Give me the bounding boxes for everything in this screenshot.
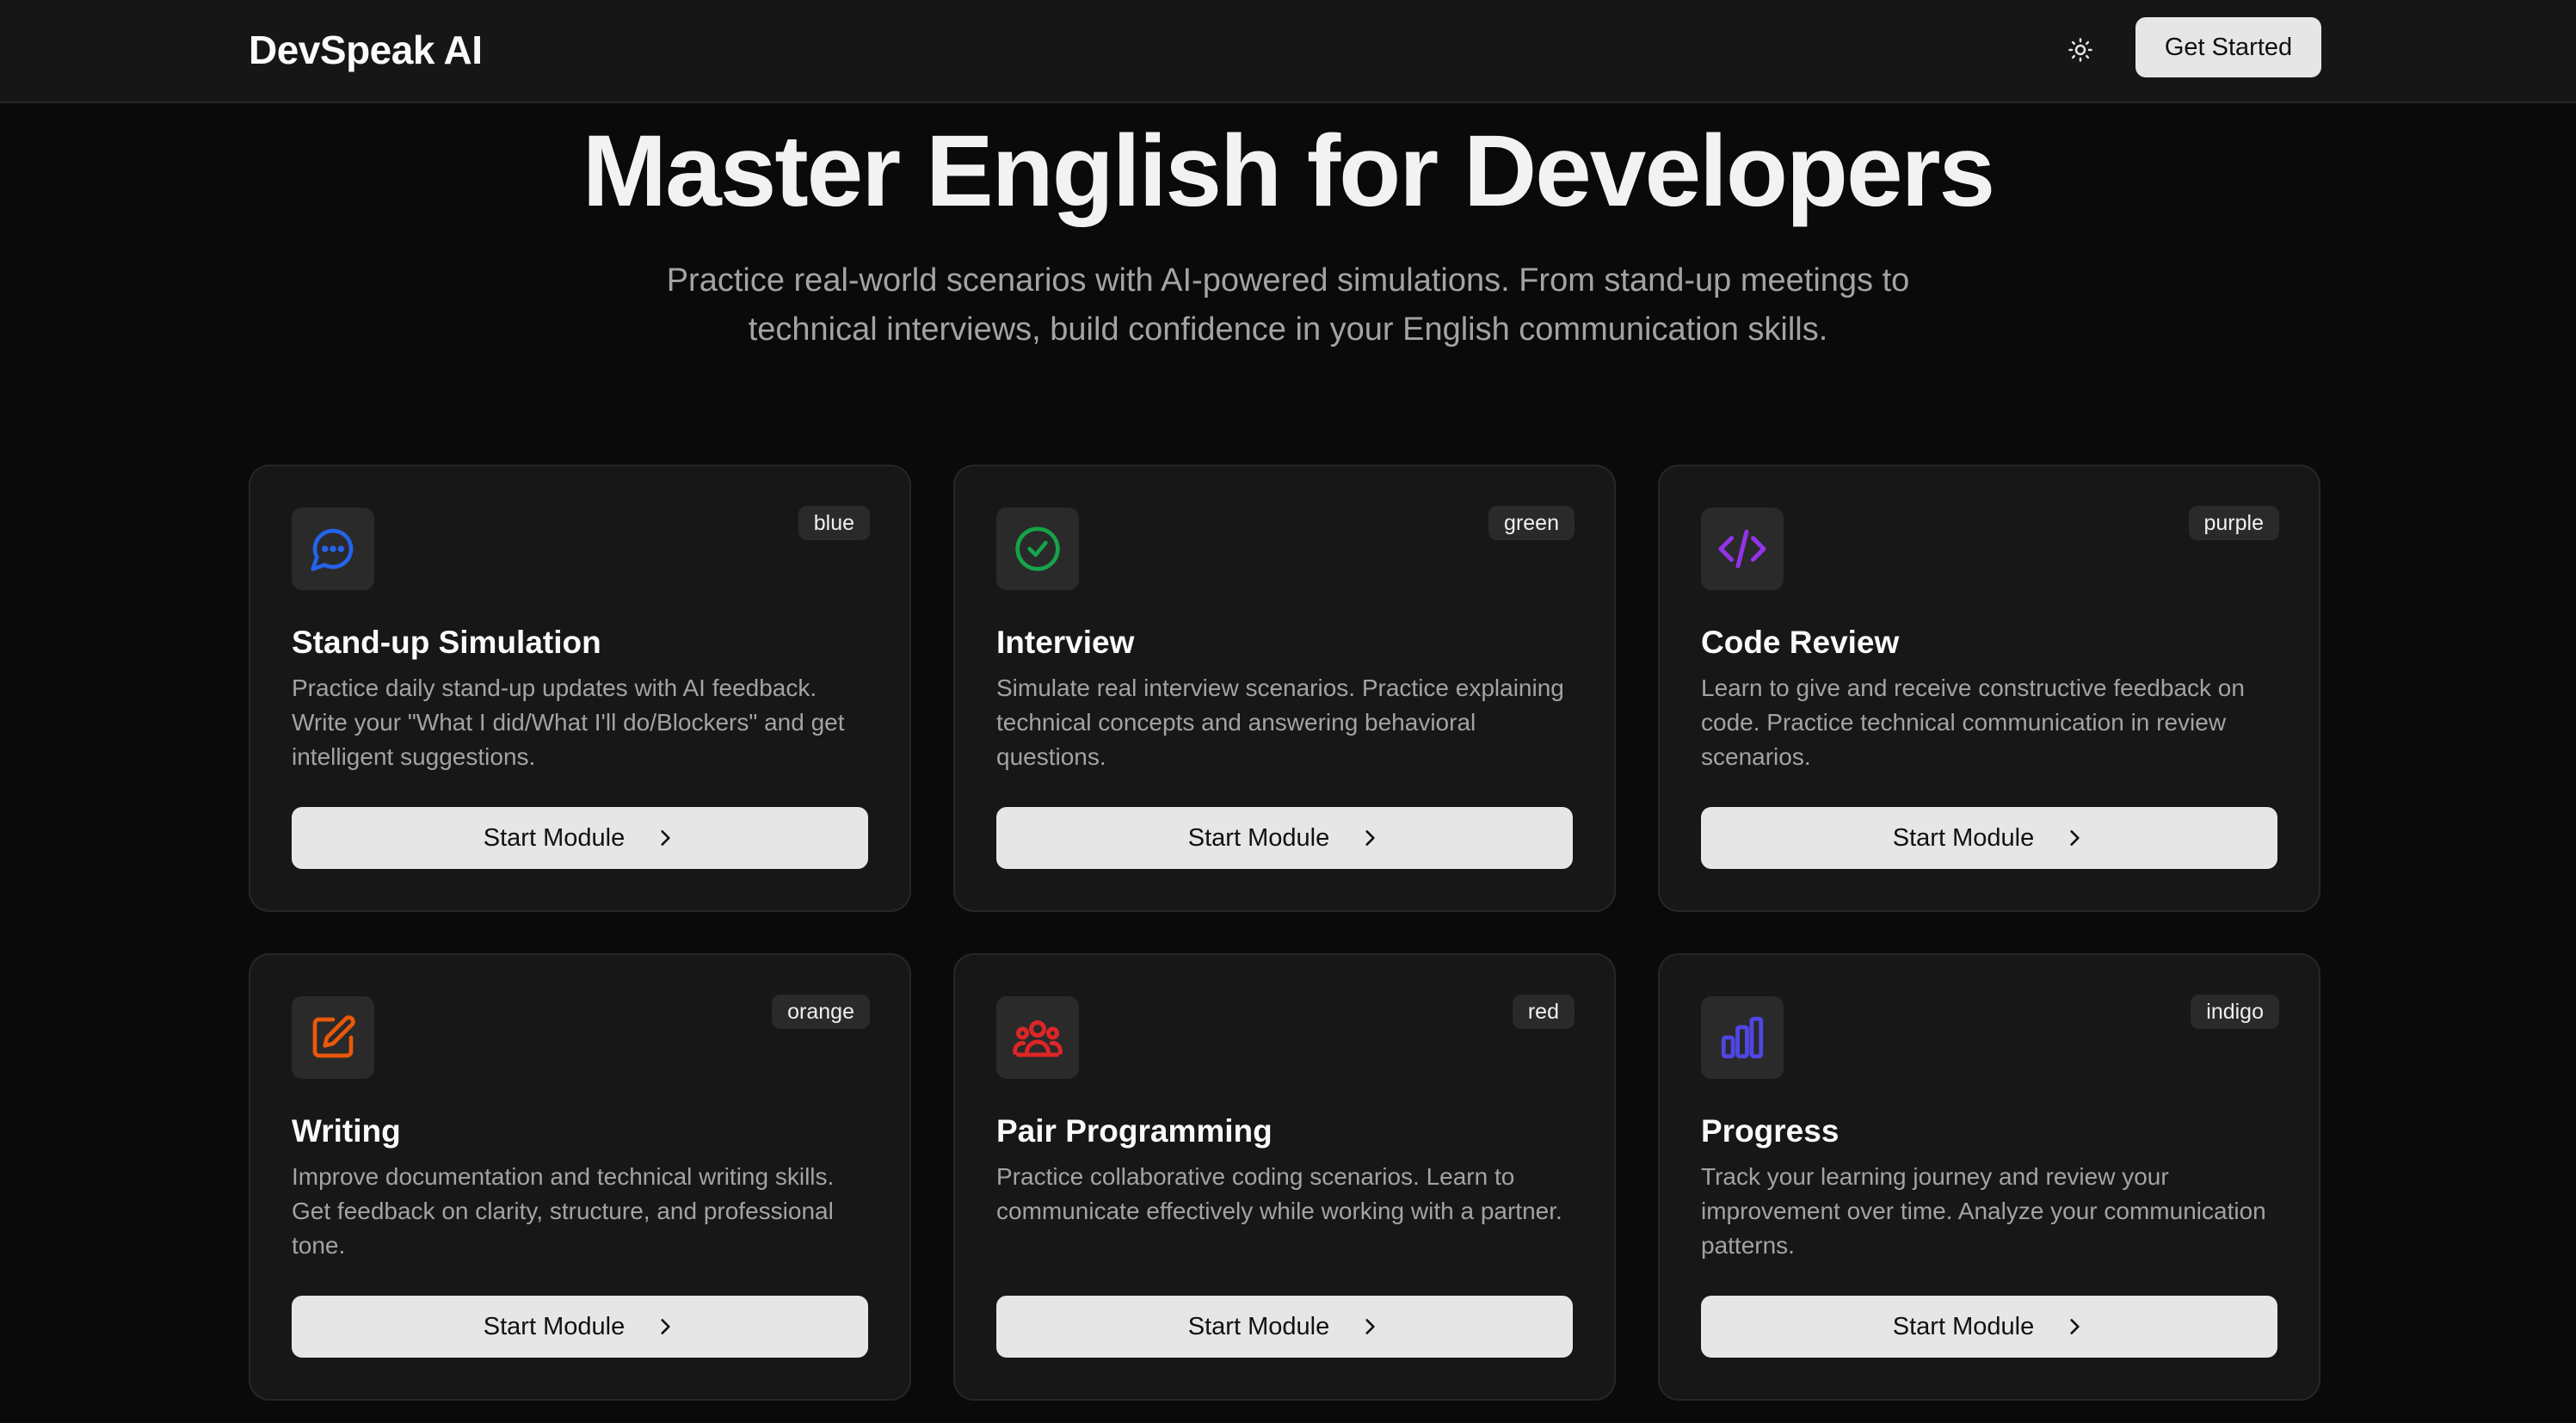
module-icon-box [1701,996,1784,1079]
module-description: Learn to give and receive constructive f… [1701,675,2245,770]
users-icon [1013,1020,1063,1057]
module-description: Simulate real interview scenarios. Pract… [996,675,1564,770]
hero-title: Master English for Developers [582,114,1995,228]
module-description: Practice collaborative coding scenarios.… [996,1163,1562,1224]
start-module-button[interactable]: Start Module [1701,807,2277,869]
hero-subtitle: Practice real-world scenarios with AI-po… [666,262,1910,348]
code-icon [1718,529,1766,569]
start-module-button[interactable]: Start Module [292,1296,868,1358]
module-card-interview: green Interview Simulate real interview … [953,465,1616,912]
module-card-standup: blue Stand-up Simulation Practice daily … [249,465,911,912]
chevron-right-icon [2063,827,2086,849]
chevron-right-icon [1359,827,1381,849]
sun-icon [2068,38,2092,62]
chevron-right-icon [654,827,676,849]
module-icon-box [996,508,1079,590]
check-circle-icon [1015,527,1060,571]
start-module-label: Start Module [1892,1312,2035,1340]
start-module-label: Start Module [1187,1312,1330,1340]
get-started-button[interactable]: Get Started [2135,17,2321,77]
module-card-progress: indigo Progress Track your learning jour… [1658,953,2320,1401]
module-title: Stand-up Simulation [292,625,601,660]
modules-grid: blue Stand-up Simulation Practice daily … [249,465,2321,1401]
chevron-right-icon [1359,1315,1381,1338]
bar-chart-icon [1721,1016,1764,1059]
start-module-label: Start Module [483,823,626,852]
start-module-button[interactable]: Start Module [996,807,1573,869]
top-nav: DevSpeak AI Get Started [0,0,2576,103]
module-card-pair-programming: red Pair Programming Practice collaborat… [953,953,1616,1401]
module-icon-box [1701,508,1784,590]
start-module-label: Start Module [1892,823,2035,852]
module-icon-box [292,996,374,1079]
edit-icon [312,1015,355,1058]
module-icon-box [996,996,1079,1079]
module-description: Track your learning journey and review y… [1701,1163,2266,1259]
module-title: Pair Programming [996,1113,1273,1149]
module-title: Code Review [1701,625,1900,660]
color-badge: green [1488,506,1575,540]
module-card-code-review: purple Code Review Learn to give and rec… [1658,465,2320,912]
module-title: Progress [1701,1113,1840,1149]
module-description: Practice daily stand-up updates with AI … [292,675,845,770]
start-module-button[interactable]: Start Module [996,1296,1573,1358]
color-badge: purple [2188,506,2279,540]
chevron-right-icon [2063,1315,2086,1338]
color-badge: indigo [2191,995,2279,1029]
start-module-button[interactable]: Start Module [1701,1296,2277,1358]
module-description: Improve documentation and technical writ… [292,1163,835,1259]
module-title: Writing [292,1113,401,1149]
theme-toggle-button[interactable] [2058,28,2103,72]
color-badge: blue [798,506,870,540]
chevron-right-icon [654,1315,676,1338]
module-title: Interview [996,625,1135,660]
color-badge: red [1512,995,1575,1029]
module-card-writing: orange Writing Improve documentation and… [249,953,911,1401]
start-module-button[interactable]: Start Module [292,807,868,869]
chat-bubble-icon [311,528,354,571]
module-icon-box [292,508,374,590]
start-module-label: Start Module [483,1312,626,1340]
color-badge: orange [772,995,870,1029]
start-module-label: Start Module [1187,823,1330,852]
brand-logo[interactable]: DevSpeak AI [249,22,483,77]
